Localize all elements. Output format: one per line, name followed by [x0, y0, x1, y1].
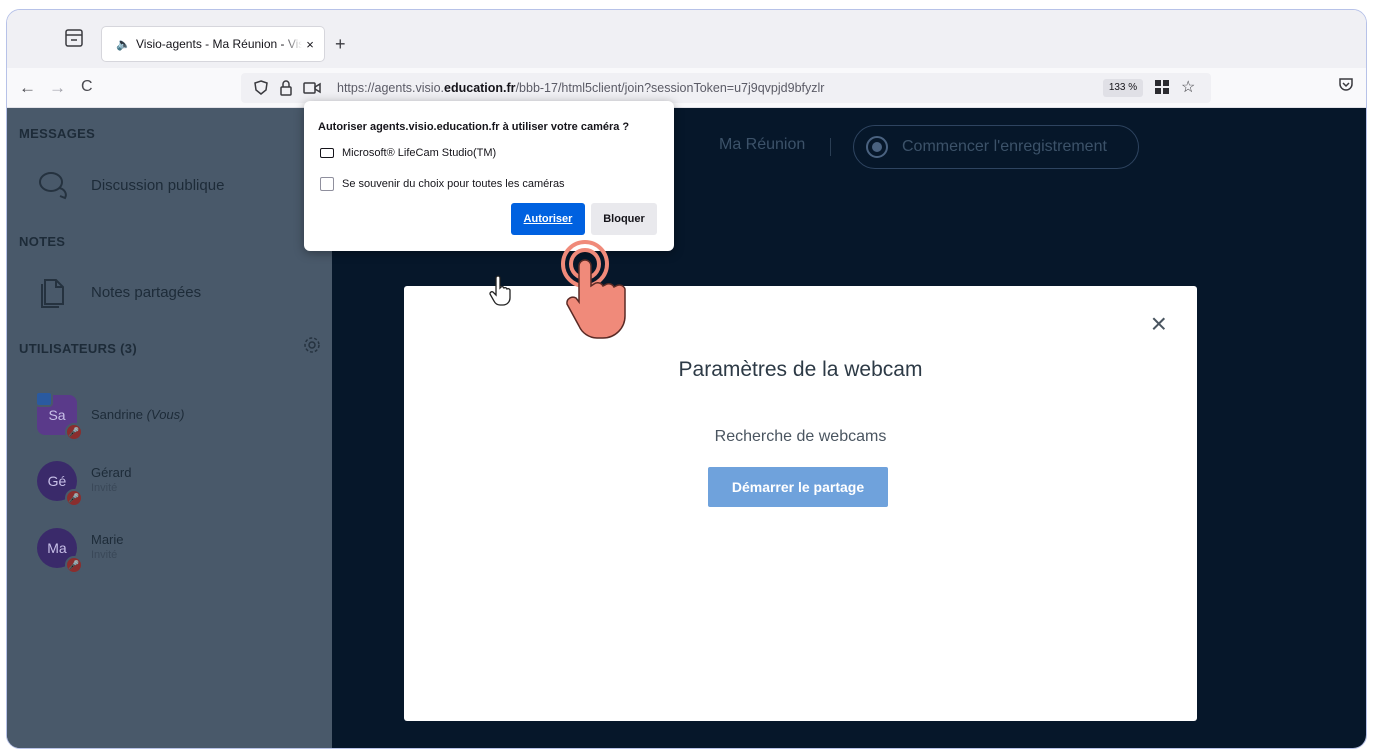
camera-icon — [320, 148, 334, 158]
navigation-bar: ← → C https://agents.visio.education.fr/… — [7, 68, 1366, 108]
user-name-text: Sandrine — [91, 407, 144, 422]
record-label: Commencer l'enregistrement — [902, 138, 1107, 155]
shared-notes-label: Notes partagées — [91, 283, 202, 301]
header-separator — [830, 138, 831, 156]
camera-permission-icon[interactable] — [303, 79, 321, 97]
speaker-icon[interactable]: 🔈 — [116, 37, 131, 51]
shield-icon[interactable] — [253, 79, 269, 97]
presenter-icon — [35, 391, 53, 407]
remember-choice-checkbox[interactable]: Se souvenir du choix pour toutes les cam… — [320, 177, 565, 191]
avatar-initials: Sa — [48, 407, 66, 423]
start-sharing-button[interactable]: Démarrer le partage — [708, 467, 888, 507]
close-tab-icon[interactable]: × — [302, 37, 318, 52]
tab-bar: 🔈 Visio-agents - Ma Réunion - Visio-agen… — [7, 10, 1366, 68]
webcam-settings-modal: × Paramètres de la webcam Recherche de w… — [404, 286, 1197, 721]
user-role: Invité — [91, 549, 118, 561]
browser-window: 🔈 Visio-agents - Ma Réunion - Visio-agen… — [6, 9, 1367, 749]
user-role: Invité — [91, 482, 118, 494]
public-chat-label: Discussion publique — [91, 176, 225, 194]
user-item-sandrine[interactable]: Sa 🎤 Sandrine (Vous) — [35, 391, 184, 441]
microphone-muted-icon: 🎤 — [65, 489, 83, 507]
url-text[interactable]: https://agents.visio.education.fr/bbb-17… — [337, 81, 824, 95]
meeting-app: MESSAGES Discussion publique NOTES Notes… — [7, 108, 1366, 748]
pocket-icon[interactable] — [1338, 76, 1354, 92]
meeting-name: Ma Réunion — [719, 136, 806, 153]
browser-tab[interactable]: 🔈 Visio-agents - Ma Réunion - Visio-agen… — [102, 27, 324, 61]
back-button[interactable]: ← — [19, 78, 36, 98]
user-name: Gérard — [91, 465, 132, 480]
user-name: Marie — [91, 532, 124, 547]
notes-icon — [41, 279, 64, 308]
bookmark-star-icon[interactable]: ☆ — [1181, 77, 1195, 97]
reload-button[interactable]: C — [81, 78, 93, 96]
avatar: Ma 🎤 — [37, 528, 83, 574]
tab-list-icon[interactable] — [63, 28, 85, 48]
avatar: Sa 🎤 — [35, 391, 83, 441]
tap-hand-icon — [561, 240, 626, 339]
microphone-muted-icon: 🎤 — [65, 556, 83, 574]
forward-button[interactable]: → — [49, 78, 66, 98]
camera-permission-popup: Autoriser agents.visio.education.fr à ut… — [304, 101, 674, 251]
chat-bubbles-icon — [39, 172, 67, 200]
url-prefix: https://agents.visio. — [337, 81, 445, 95]
user-item-marie[interactable]: Ma 🎤 Marie Invité — [37, 528, 124, 574]
avatar-initials: Gé — [47, 473, 67, 489]
shared-notes-item[interactable]: Notes partagées — [37, 276, 201, 308]
messages-header: MESSAGES — [19, 126, 96, 141]
url-bar[interactable]: https://agents.visio.education.fr/bbb-17… — [241, 73, 1211, 103]
user-item-gerard[interactable]: Gé 🎤 Gérard Invité — [37, 461, 132, 507]
microphone-muted-icon: 🎤 — [65, 423, 83, 441]
start-recording-button[interactable]: Commencer l'enregistrement — [853, 125, 1139, 169]
checkbox-box[interactable] — [320, 177, 334, 191]
public-chat-item[interactable]: Discussion publique — [37, 170, 224, 200]
users-header: UTILISATEURS (3) — [19, 341, 137, 356]
allow-button[interactable]: Autoriser — [511, 203, 585, 235]
zoom-level[interactable]: 133 % — [1103, 79, 1143, 97]
remember-choice-label: Se souvenir du choix pour toutes les cam… — [342, 178, 565, 190]
url-suffix: /bbb-17/html5client/join?sessionToken=u7… — [515, 81, 825, 95]
record-icon — [866, 136, 888, 158]
permission-question: Autoriser agents.visio.education.fr à ut… — [318, 121, 630, 133]
new-tab-button[interactable]: + — [335, 34, 346, 55]
avatar-initials: Ma — [47, 540, 67, 556]
sidebar: MESSAGES Discussion publique NOTES Notes… — [7, 108, 332, 748]
qr-code-icon[interactable] — [1155, 80, 1169, 94]
modal-title: Paramètres de la webcam — [678, 358, 923, 381]
lock-icon[interactable] — [279, 79, 293, 97]
webcam-search-status: Recherche de webcams — [714, 428, 887, 445]
camera-device: Microsoft® LifeCam Studio(TM) — [320, 147, 496, 159]
avatar: Gé 🎤 — [37, 461, 83, 507]
hand-cursor-icon — [489, 275, 511, 306]
tab-title: Visio-agents - Ma Réunion - Visio-agents — [136, 37, 302, 51]
camera-device-label: Microsoft® LifeCam Studio(TM) — [342, 147, 497, 159]
user-you-tag: (Vous) — [146, 407, 185, 422]
close-icon[interactable]: × — [1151, 308, 1167, 340]
gear-icon[interactable] — [303, 336, 321, 354]
user-name: Sandrine (Vous) — [91, 407, 184, 422]
url-domain: education.fr — [444, 81, 516, 95]
block-button[interactable]: Bloquer — [591, 203, 657, 235]
notes-header: NOTES — [19, 234, 66, 249]
